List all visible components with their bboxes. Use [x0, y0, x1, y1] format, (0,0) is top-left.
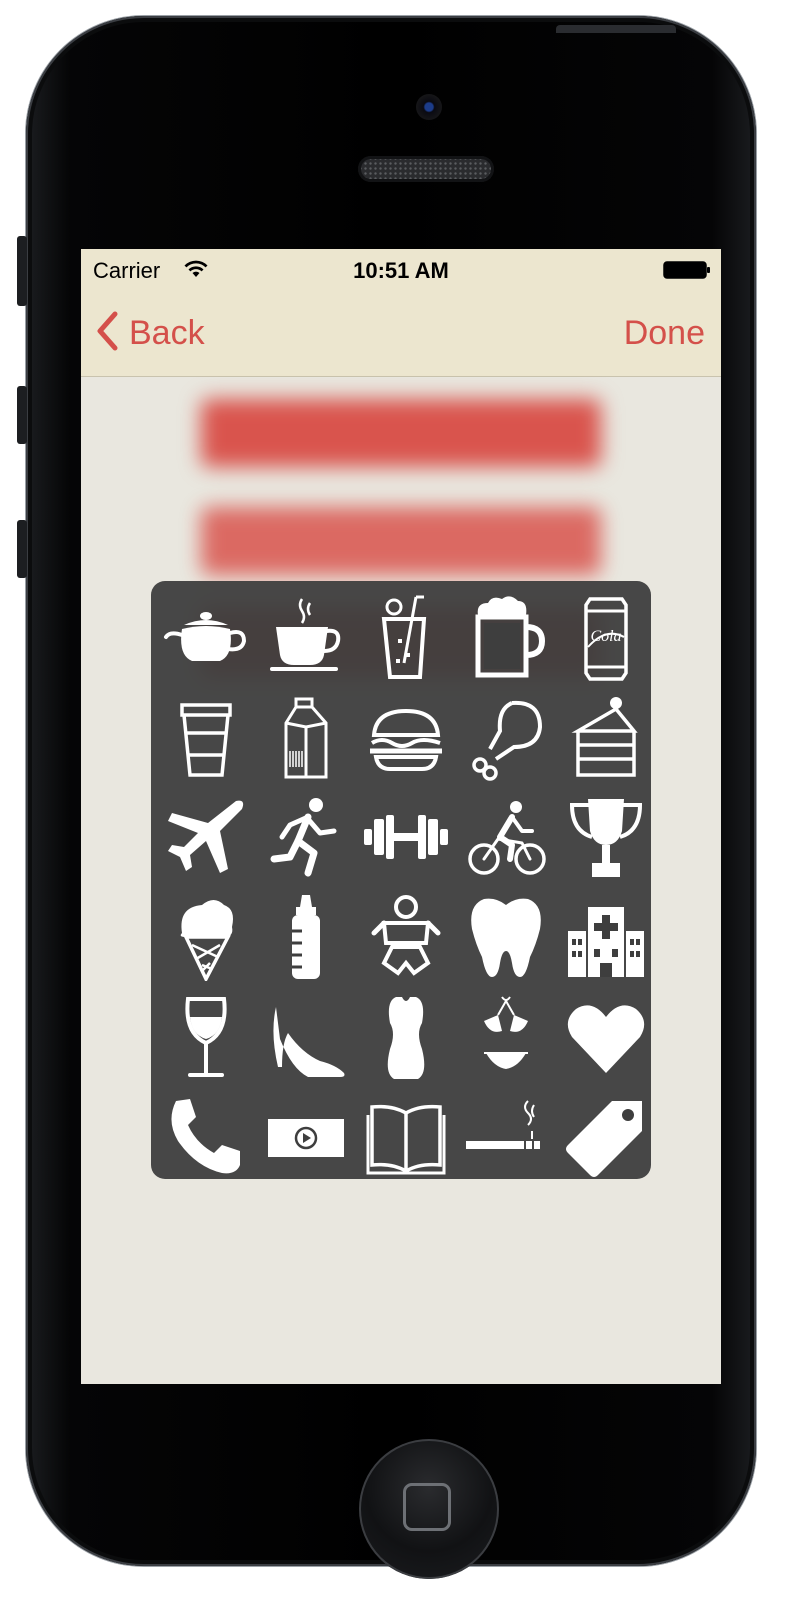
- battery-icon: [663, 261, 710, 279]
- icon-cell[interactable]: [356, 787, 456, 887]
- navigation-bar: Back Done: [81, 289, 721, 377]
- icon-picker-panel: Cola: [151, 581, 651, 1179]
- lemonade-icon: [381, 595, 427, 679]
- front-camera: [416, 94, 442, 120]
- book-icon: [366, 1104, 446, 1175]
- cola-can-icon: Cola: [584, 597, 628, 681]
- screen: Carrier 10:51 AM Back Done Cola: [81, 249, 721, 1384]
- icon-cell[interactable]: [256, 687, 356, 787]
- status-time: 10:51 AM: [353, 258, 449, 283]
- bikini-icon: [484, 996, 528, 1069]
- icon-cell[interactable]: [556, 687, 656, 787]
- icon-cell[interactable]: [556, 787, 656, 887]
- icon-cell[interactable]: [156, 687, 256, 787]
- icon-cell[interactable]: [356, 1087, 456, 1187]
- icon-cell[interactable]: [556, 887, 656, 987]
- icon-cell[interactable]: [356, 887, 456, 987]
- volume-up-button: [17, 386, 27, 444]
- wine-glass-icon: [185, 997, 227, 1077]
- baby-bottle-icon: [292, 895, 320, 979]
- icon-cell[interactable]: [256, 787, 356, 887]
- icon-cell[interactable]: [356, 987, 456, 1087]
- icon-cell[interactable]: [256, 587, 356, 687]
- icon-cell[interactable]: [256, 887, 356, 987]
- cycling-icon: [468, 801, 546, 875]
- heart-icon: [567, 1005, 645, 1073]
- takeaway-cup-icon: [180, 703, 232, 777]
- home-square-icon: [403, 1483, 451, 1531]
- icon-cell[interactable]: [556, 987, 656, 1087]
- blurred-background-bar: [201, 507, 601, 575]
- icon-cell[interactable]: [156, 1087, 256, 1187]
- icon-cell[interactable]: [256, 1087, 356, 1187]
- back-label: Back: [129, 313, 205, 352]
- chicken-leg-icon: [472, 700, 543, 781]
- icon-cell[interactable]: [456, 887, 556, 987]
- phone-icon: [171, 1099, 240, 1174]
- milk-carton-icon: [284, 697, 328, 779]
- icon-cell[interactable]: Cola: [556, 587, 656, 687]
- icon-grid: Cola: [156, 587, 656, 1187]
- hospital-icon: [568, 907, 644, 977]
- icon-cell[interactable]: [156, 887, 256, 987]
- back-button[interactable]: Back: [95, 311, 205, 355]
- dumbbell-icon: [364, 815, 448, 859]
- chevron-left-icon: [95, 311, 119, 356]
- icon-cell[interactable]: [356, 587, 456, 687]
- dress-icon: [387, 997, 425, 1079]
- tooth-icon: [471, 898, 541, 977]
- ice-cream-icon: [180, 900, 233, 981]
- icon-cell[interactable]: [156, 787, 256, 887]
- status-bar: Carrier 10:51 AM: [81, 249, 721, 289]
- trophy-icon: [569, 799, 643, 877]
- icon-cell[interactable]: [456, 787, 556, 887]
- icon-cell[interactable]: [456, 687, 556, 787]
- running-icon: [270, 798, 337, 877]
- home-button[interactable]: [359, 1439, 499, 1579]
- teapot-icon: [164, 612, 247, 661]
- airplane-icon: [168, 800, 244, 873]
- icon-cell[interactable]: [356, 687, 456, 787]
- mute-switch: [17, 236, 27, 306]
- price-tag-icon: [566, 1101, 642, 1177]
- icon-cell[interactable]: [256, 987, 356, 1087]
- cake-slice-icon: [571, 697, 638, 777]
- video-icon: [268, 1119, 344, 1157]
- earpiece-speaker: [358, 156, 494, 182]
- blurred-background-bar: [201, 399, 601, 467]
- baby-icon: [371, 895, 441, 976]
- icon-cell[interactable]: [156, 987, 256, 1087]
- cigarette-icon: [466, 1100, 540, 1149]
- coffee-cup-icon: [270, 598, 341, 671]
- volume-down-button: [17, 520, 27, 578]
- burger-icon: [370, 708, 442, 771]
- icon-cell[interactable]: [556, 1087, 656, 1187]
- icon-cell[interactable]: [456, 587, 556, 687]
- icon-cell[interactable]: [456, 1087, 556, 1187]
- icon-cell[interactable]: [456, 987, 556, 1087]
- icon-cell[interactable]: [156, 587, 256, 687]
- sleep-button: [556, 25, 676, 33]
- beer-mug-icon: [475, 596, 546, 678]
- cola-text: Cola: [590, 628, 621, 645]
- high-heel-icon: [273, 1007, 345, 1077]
- done-button[interactable]: Done: [624, 311, 705, 355]
